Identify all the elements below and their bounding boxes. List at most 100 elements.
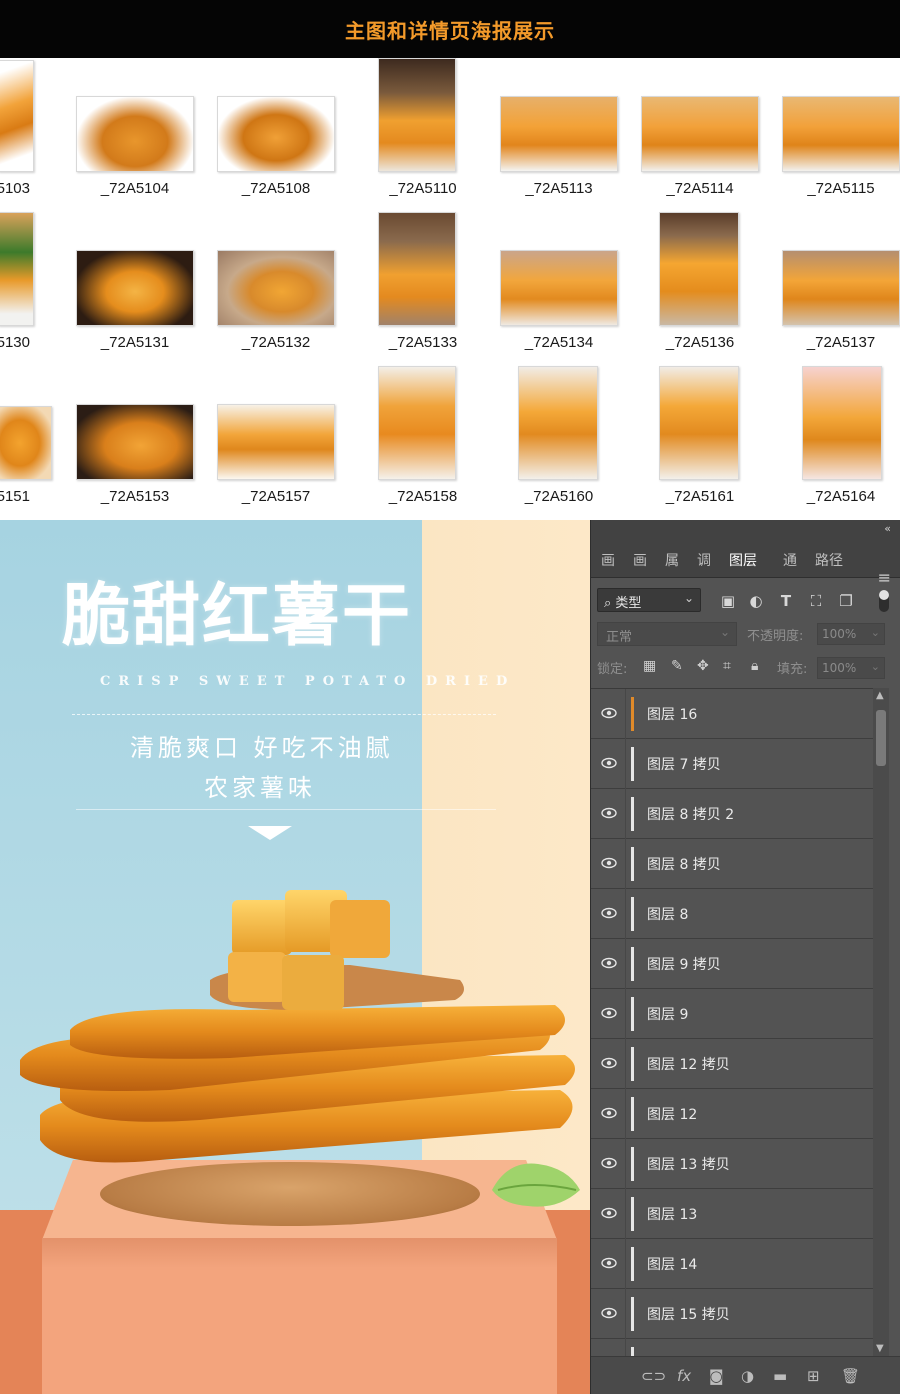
tab-channels[interactable]: 通: [783, 550, 797, 570]
layer-name: 图层 8 拷贝 2: [647, 807, 735, 823]
scroll-thumb[interactable]: [876, 710, 886, 766]
chevron-down-icon: ⌄: [870, 626, 880, 639]
layer-name: 图层 9 拷贝: [647, 957, 721, 973]
lock-all-icon[interactable]: 🔒︎: [751, 658, 758, 674]
layers-bottom-toolbar: ⊂⊃ fx ◙ ◑ ▬ ⊞ 🗑︎: [591, 1356, 900, 1394]
thumbnail-caption: 5130: [0, 334, 30, 351]
eye-icon[interactable]: [601, 1255, 617, 1271]
folder-icon[interactable]: ▬: [773, 1367, 787, 1385]
fill-value: 100%: [822, 661, 857, 675]
layer-row[interactable]: 图层 15 拷贝: [591, 1289, 873, 1339]
fill-label: 填充:: [777, 662, 808, 677]
pixel-filter-icon[interactable]: ▣: [719, 592, 737, 610]
blend-mode-select[interactable]: 正常 ⌄: [597, 622, 737, 646]
collapse-icon[interactable]: «: [884, 522, 891, 535]
lock-image-icon[interactable]: ✎: [671, 658, 683, 674]
tab-panel-1[interactable]: 画: [601, 550, 615, 570]
poster-divider: [72, 714, 496, 715]
layer-row[interactable]: [591, 1339, 873, 1356]
eye-icon[interactable]: [601, 905, 617, 921]
layer-filter-select[interactable]: ⌕ 类型 ⌄: [597, 588, 701, 612]
link-icon[interactable]: ⊂⊃: [641, 1367, 666, 1385]
poster-down-arrow-icon: [248, 826, 292, 840]
opacity-input[interactable]: 100% ⌄: [817, 623, 885, 645]
eye-icon[interactable]: [601, 755, 617, 771]
layer-row[interactable]: 图层 14: [591, 1239, 873, 1289]
lock-position-icon[interactable]: ✥: [697, 658, 709, 674]
eye-icon[interactable]: [601, 1105, 617, 1121]
chevron-down-icon: ⌄: [870, 660, 880, 673]
poster-tagline-1: 清脆爽口 好吃不油腻: [130, 734, 394, 762]
adjustment-icon[interactable]: ◑: [741, 1367, 754, 1385]
pedestal-shadow: [42, 1238, 557, 1268]
layer-name: 图层 7 拷贝: [647, 757, 721, 773]
chevron-down-icon: ⌄: [719, 625, 730, 639]
layer-thumbnail: [631, 1347, 634, 1356]
layer-row[interactable]: 图层 8 拷贝 2: [591, 789, 873, 839]
layer-row[interactable]: 图层 7 拷贝: [591, 739, 873, 789]
eye-icon[interactable]: [601, 955, 617, 971]
layer-row[interactable]: 图层 9: [591, 989, 873, 1039]
layer-row[interactable]: 图层 9 拷贝: [591, 939, 873, 989]
layer-name: 图层 16: [647, 707, 698, 723]
thumbnail-caption: _72A5113: [525, 180, 593, 197]
layer-name: 图层 14: [647, 1257, 698, 1273]
layer-row[interactable]: 图层 16: [591, 689, 873, 739]
layer-row[interactable]: 图层 8 拷贝: [591, 839, 873, 889]
lock-row: 锁定: ▦ ✎ ✥ ⌗ 🔒︎ 填充: 100% ⌄: [591, 654, 900, 684]
tab-paths[interactable]: 路径: [815, 550, 843, 570]
layer-row[interactable]: 图层 13 拷贝: [591, 1139, 873, 1189]
eye-icon[interactable]: [601, 855, 617, 871]
thumbnail-caption: _72A5134: [524, 334, 594, 351]
product-poster: 脆甜红薯干 CRISP SWEET POTATO DRIED 清脆爽口 好吃不油…: [0, 520, 590, 1394]
panel-tabs: 画 画 属 调 图层 通 路径 ≡: [591, 538, 900, 587]
tab-panel-2[interactable]: 画: [633, 550, 647, 570]
thumbnail-caption: _72A5158: [388, 488, 458, 505]
tab-properties[interactable]: 属: [665, 550, 679, 570]
thumbnail-caption: _72A5133: [388, 334, 458, 351]
thumbnail-caption: 5103: [0, 180, 30, 197]
eye-icon[interactable]: [601, 1305, 617, 1321]
layers-scrollbar[interactable]: ▲ ▼: [873, 688, 889, 1356]
tab-adjustments[interactable]: 调: [697, 550, 711, 570]
smart-object-filter-icon[interactable]: ❐: [837, 592, 855, 610]
layer-thumbnail: [631, 847, 634, 881]
layer-row[interactable]: 图层 12: [591, 1089, 873, 1139]
tab-layers[interactable]: 图层: [729, 550, 757, 570]
lock-transparent-icon[interactable]: ▦: [643, 658, 656, 674]
lock-artboard-icon[interactable]: ⌗: [723, 658, 731, 674]
layer-filter-row: ⌕ 类型 ⌄ ▣ ◐ T ⛶ ❐: [591, 582, 900, 618]
eye-icon[interactable]: [601, 1055, 617, 1071]
filter-toggle[interactable]: [879, 590, 889, 612]
thumbnail-grid: 5103 _72A5104 _72A5108 _72A5110 _72A5113…: [0, 58, 900, 520]
fx-icon[interactable]: fx: [677, 1367, 691, 1385]
panel-topbar: «: [591, 520, 900, 538]
eye-icon[interactable]: [601, 705, 617, 721]
shape-filter-icon[interactable]: ⛶: [807, 592, 825, 610]
scroll-up-icon[interactable]: ▲: [876, 690, 884, 701]
chevron-down-icon: ⌄: [683, 591, 694, 605]
type-filter-icon[interactable]: T: [777, 592, 795, 610]
fill-input[interactable]: 100% ⌄: [817, 657, 885, 679]
layer-thumbnail: [631, 897, 634, 931]
layer-name: 图层 12 拷贝: [647, 1057, 730, 1073]
thumbnail-caption: _72A5104: [100, 180, 170, 197]
layer-thumbnail: [631, 797, 634, 831]
scroll-down-icon[interactable]: ▼: [876, 1343, 884, 1354]
mask-icon[interactable]: ◙: [709, 1367, 724, 1385]
layer-row[interactable]: 图层 13: [591, 1189, 873, 1239]
layer-row[interactable]: 图层 8: [591, 889, 873, 939]
adjustment-filter-icon[interactable]: ◐: [747, 592, 765, 610]
layer-row[interactable]: 图层 12 拷贝: [591, 1039, 873, 1089]
eye-icon[interactable]: [601, 1155, 617, 1171]
eye-icon[interactable]: [601, 1005, 617, 1021]
eye-icon[interactable]: [601, 805, 617, 821]
eye-icon[interactable]: [601, 1205, 617, 1221]
opacity-value: 100%: [822, 627, 857, 641]
new-layer-icon[interactable]: ⊞: [807, 1367, 820, 1385]
opacity-label: 不透明度:: [747, 629, 804, 644]
trash-icon[interactable]: 🗑︎: [841, 1367, 860, 1385]
thumbnail-caption: _72A5160: [524, 488, 594, 505]
layer-thumbnail: [631, 1197, 634, 1231]
poster-tagline-2: 农家薯味: [204, 774, 316, 802]
